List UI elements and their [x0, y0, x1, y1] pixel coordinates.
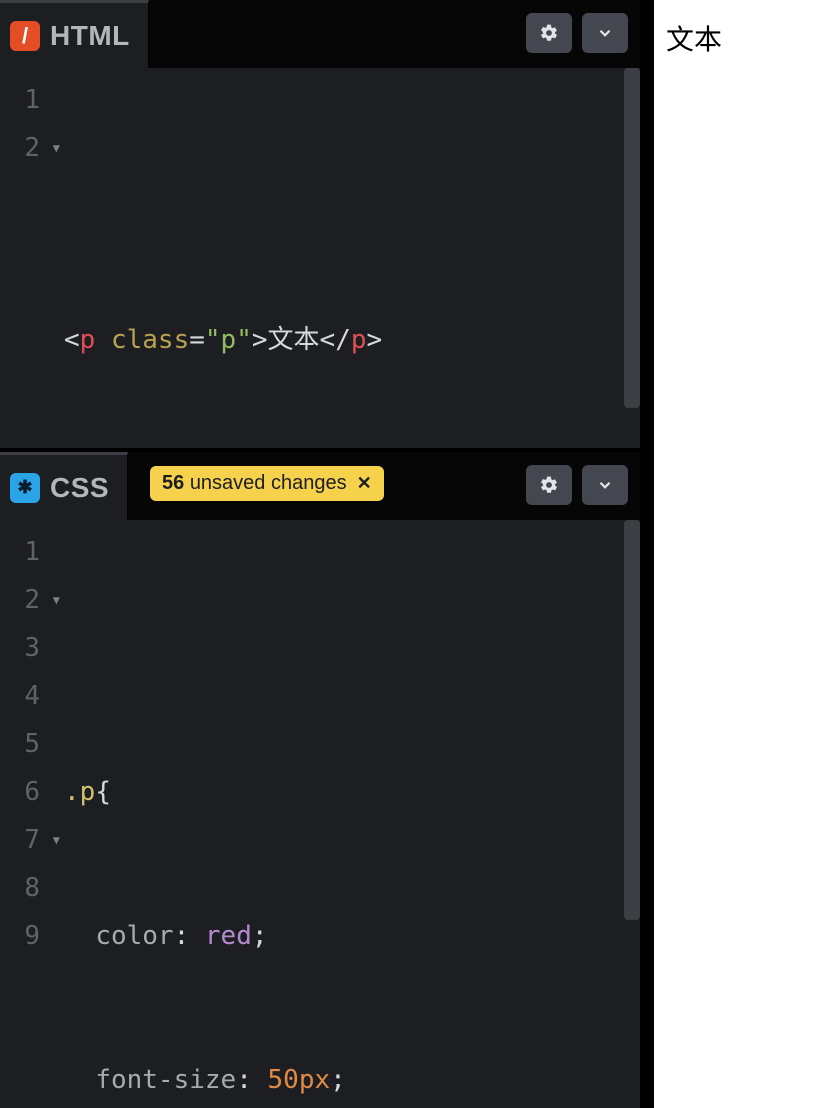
fold-caret-icon[interactable]: ▼	[53, 816, 60, 864]
tok: 50px	[268, 1065, 331, 1095]
line-number: 4	[0, 672, 48, 720]
tok: >	[252, 325, 268, 355]
fold-caret-icon[interactable]: ▼	[53, 576, 60, 624]
tok: "p"	[205, 325, 252, 355]
scrollbar[interactable]	[624, 520, 640, 920]
css-code[interactable]: .p{ color: red; font-size: 50px; font-bo…	[48, 520, 640, 1104]
tok: p	[80, 325, 96, 355]
line-number: 5	[0, 720, 48, 768]
line-number: 8	[0, 864, 48, 912]
html-expand-button[interactable]	[582, 13, 628, 53]
css-tab[interactable]: CSS	[0, 452, 128, 520]
tok: 文本	[268, 325, 320, 355]
line-number: 1	[0, 76, 48, 124]
tok: class	[111, 325, 189, 355]
preview-output: 文本	[654, 0, 832, 76]
tok	[95, 325, 111, 355]
line-number: 2▼	[0, 576, 48, 624]
line-number-text: 7	[24, 825, 40, 855]
scrollbar[interactable]	[624, 68, 640, 408]
fold-caret-icon[interactable]: ▼	[53, 124, 60, 172]
html-settings-button[interactable]	[526, 13, 572, 53]
unsaved-count: 56	[162, 472, 184, 494]
html-panel-header: HTML	[0, 0, 640, 68]
tok: >	[367, 325, 383, 355]
tok: red	[205, 921, 252, 951]
line-number: 3	[0, 624, 48, 672]
tok: p	[351, 325, 367, 355]
code-line: <p class="p">文本</p>	[64, 316, 640, 364]
gear-icon	[539, 23, 559, 43]
preview-paragraph: 文本	[666, 18, 820, 58]
code-line	[64, 172, 640, 220]
html-code-area[interactable]: 1 2▼ <p class="p">文本</p>	[0, 68, 640, 448]
css-tab-title: CSS	[50, 472, 109, 504]
css-asterisk-icon	[10, 473, 40, 503]
gear-icon	[539, 475, 559, 495]
tok: ;	[252, 921, 268, 951]
chevron-down-icon	[596, 476, 614, 494]
tok: =	[189, 325, 205, 355]
line-number: 7▼	[0, 816, 48, 864]
tok: <	[64, 325, 80, 355]
code-line: font-size: 50px;	[64, 1056, 640, 1104]
css-header-actions	[526, 465, 628, 505]
code-line	[64, 624, 640, 672]
html-gutter: 1 2▼	[0, 68, 48, 448]
preview-pane: 文本	[654, 0, 832, 1108]
html-code[interactable]: <p class="p">文本</p>	[48, 68, 640, 448]
app-root: HTML 1 2▼ <p class="p	[0, 0, 832, 1108]
line-number: 6	[0, 768, 48, 816]
tok: font-size	[95, 1065, 236, 1095]
css-code-area[interactable]: 1 2▼ 3 4 5 6 7▼ 8 9 .p{ color: red; font…	[0, 520, 640, 1104]
unsaved-changes-badge: 56 unsaved changes ✕	[150, 466, 384, 501]
pane-resizer[interactable]	[640, 0, 654, 1108]
unsaved-text: 56 unsaved changes	[162, 472, 347, 495]
tok: :	[174, 921, 190, 951]
html-tab-title: HTML	[50, 20, 130, 52]
css-panel-header: CSS 56 unsaved changes ✕	[0, 452, 640, 520]
css-settings-button[interactable]	[526, 465, 572, 505]
unsaved-label: unsaved changes	[190, 472, 347, 494]
code-line: color: red;	[64, 912, 640, 960]
editors-column: HTML 1 2▼ <p class="p	[0, 0, 640, 1108]
tok: {	[95, 777, 111, 807]
line-number: 2▼	[0, 124, 48, 172]
code-line: .p{	[64, 768, 640, 816]
tok: color	[95, 921, 173, 951]
line-number-text: 2	[24, 133, 40, 163]
tok: .p	[64, 777, 95, 807]
tok: ;	[330, 1065, 346, 1095]
tok: :	[236, 1065, 252, 1095]
line-number: 9	[0, 912, 48, 960]
unsaved-dismiss-button[interactable]: ✕	[355, 473, 374, 494]
css-editor-panel: CSS 56 unsaved changes ✕ 1	[0, 452, 640, 1104]
tok: </	[320, 325, 351, 355]
html-tab[interactable]: HTML	[0, 0, 149, 68]
line-number: 1	[0, 528, 48, 576]
line-number-text: 2	[24, 585, 40, 615]
chevron-down-icon	[596, 24, 614, 42]
html-editor-panel: HTML 1 2▼ <p class="p	[0, 0, 640, 452]
css-gutter: 1 2▼ 3 4 5 6 7▼ 8 9	[0, 520, 48, 1104]
html-header-actions	[526, 13, 628, 53]
html-slash-icon	[10, 21, 40, 51]
css-expand-button[interactable]	[582, 465, 628, 505]
